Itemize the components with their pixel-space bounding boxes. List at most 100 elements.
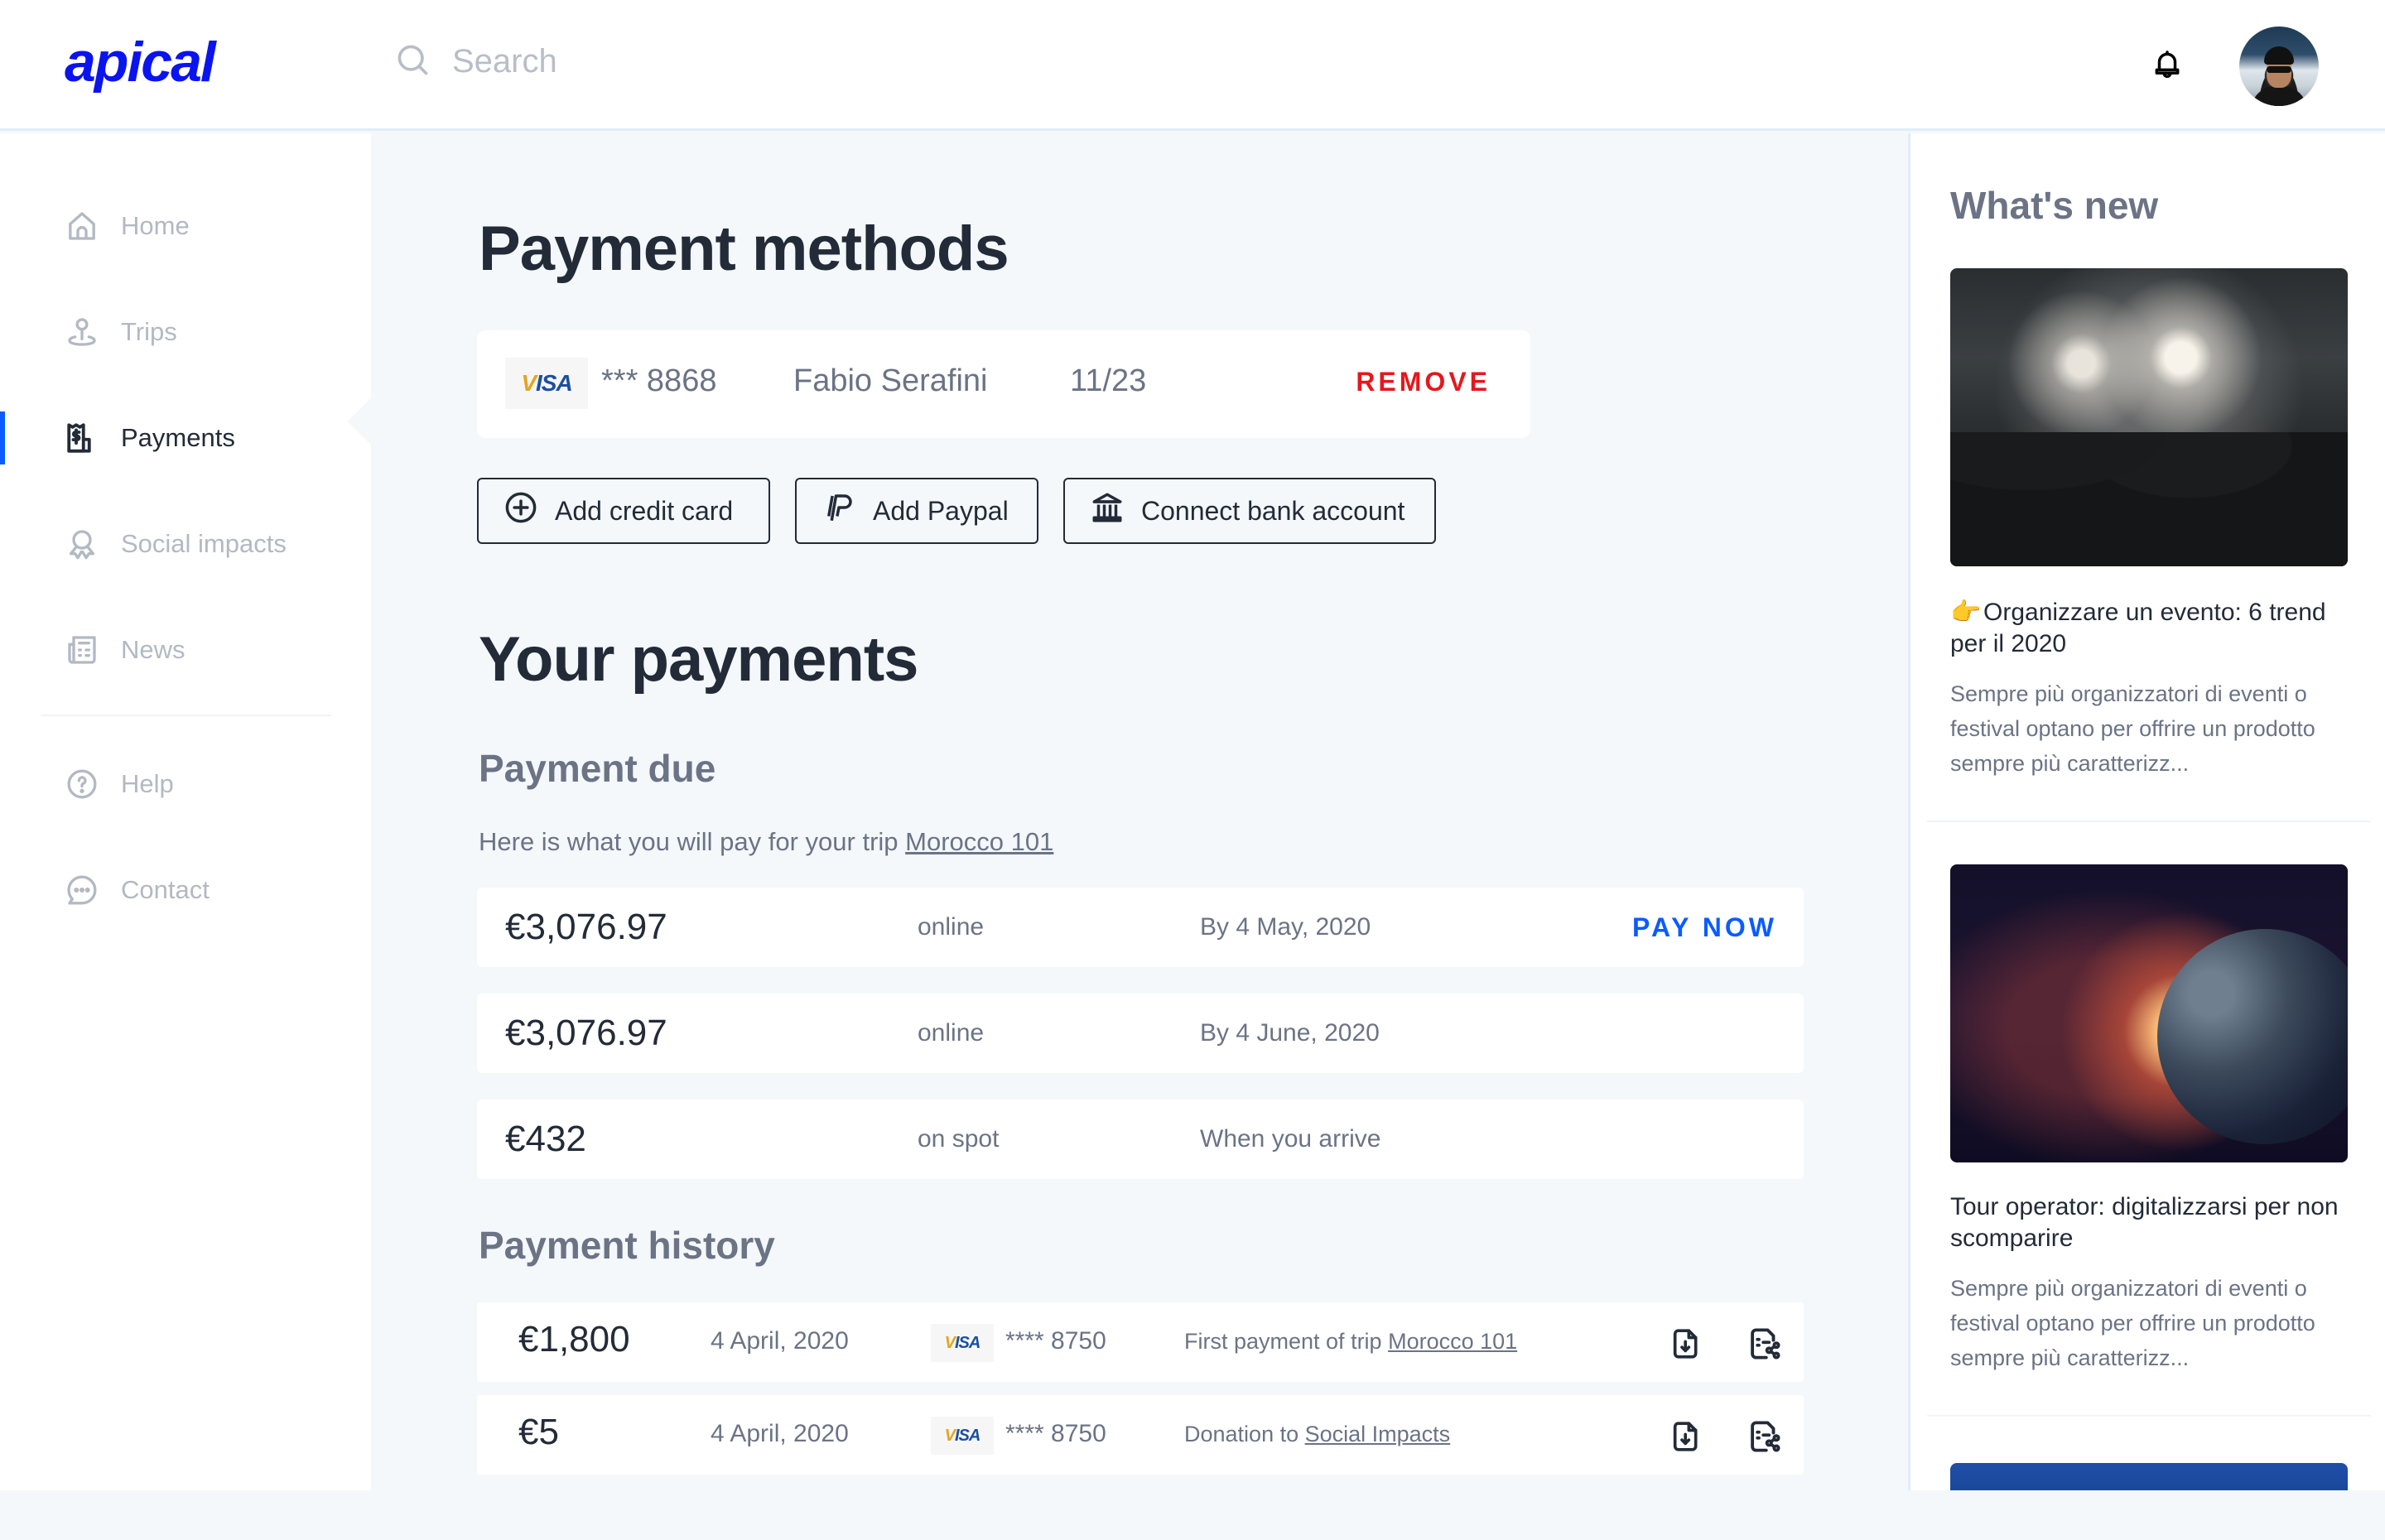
remove-card-button[interactable]: REMOVE (1356, 367, 1491, 397)
plus-circle-icon (504, 490, 538, 532)
logo[interactable]: apical (65, 30, 216, 94)
description-text: First payment of trip (1184, 1329, 1389, 1354)
payment-due-subtext: Here is what you will pay for your trip … (479, 827, 1053, 857)
history-card: **** 8750 (1005, 1420, 1106, 1447)
sidebar-item-help[interactable]: Help (0, 751, 371, 817)
payment-due-row: €3,076.97 online By 4 June, 2020 (477, 994, 1804, 1073)
sidebar-item-social-impacts[interactable]: Social impacts (0, 511, 371, 577)
subtext-label: Here is what you will pay for your trip (479, 827, 906, 856)
active-indicator (0, 411, 5, 464)
news-divider (1927, 1415, 2371, 1417)
share-receipt-icon[interactable] (1747, 1326, 1782, 1366)
newspaper-icon (65, 633, 99, 667)
avatar-body (2251, 86, 2307, 106)
sidebar-item-trips[interactable]: Trips (0, 299, 371, 365)
avatar-hat (2264, 46, 2294, 65)
due-amount: €432 (505, 1119, 586, 1159)
paypal-icon (822, 488, 856, 533)
payment-methods-title: Payment methods (479, 214, 1009, 284)
search-icon (394, 41, 431, 82)
award-icon (65, 527, 99, 561)
download-receipt-icon[interactable] (1670, 1418, 1703, 1459)
share-receipt-icon[interactable] (1747, 1418, 1782, 1459)
home-icon (65, 209, 99, 243)
history-card: **** 8750 (1005, 1327, 1106, 1355)
news-image-space[interactable] (1950, 864, 2348, 1162)
top-header: apical (0, 0, 2385, 131)
payment-due-title: Payment due (479, 747, 716, 790)
due-method: on spot (918, 1125, 1000, 1153)
news-excerpt: Sempre più organizzatori di eventi o fes… (1950, 1276, 2315, 1370)
add-credit-card-label: Add credit card (555, 495, 734, 526)
crowd-silhouette (1950, 432, 2348, 566)
sidebar-item-label: News (121, 635, 186, 664)
bell-icon[interactable] (2151, 48, 2183, 85)
due-method: online (918, 913, 985, 941)
due-date: When you arrive (1200, 1125, 1381, 1153)
search-input[interactable] (452, 43, 1032, 80)
sidebar-item-label: Payments (121, 423, 235, 452)
visa-logo: V ISA (931, 1324, 994, 1362)
bank-icon (1090, 488, 1125, 533)
connect-bank-label: Connect bank account (1141, 495, 1405, 526)
add-paypal-button[interactable]: Add Paypal (795, 478, 1038, 544)
avatar[interactable] (2239, 26, 2319, 106)
visa-logo: V ISA (505, 358, 588, 409)
sidebar-divider (41, 715, 331, 716)
sidebar: Home Trips Payments Social impacts News … (0, 133, 371, 1490)
chat-bubble-icon (65, 873, 99, 907)
card-holder: Fabio Serafini (793, 363, 988, 398)
history-row: €5 4 April, 2020 V ISA **** 8750 Donation… (477, 1395, 1804, 1475)
sidebar-item-news[interactable]: News (0, 617, 371, 683)
sidebar-item-label: Home (121, 211, 190, 240)
trip-link[interactable]: Morocco 101 (905, 827, 1053, 856)
news-image-concert[interactable] (1950, 268, 2348, 566)
history-description: First payment of trip Morocco 101 (1184, 1329, 1517, 1355)
history-description: Donation to Social Impacts (1184, 1422, 1450, 1447)
sidebar-item-label: Social impacts (121, 529, 287, 558)
due-amount: €3,076.97 (505, 1013, 667, 1053)
due-date: By 4 May, 2020 (1200, 913, 1371, 941)
receipt-dollar-icon (65, 421, 99, 455)
sidebar-item-contact[interactable]: Contact (0, 857, 371, 923)
trip-link[interactable]: Morocco 101 (1388, 1329, 1517, 1354)
news-title[interactable]: Tour operator: digitalizzarsi per non sc… (1950, 1191, 2348, 1254)
news-title-text: Organizzare un evento: 6 trend per il 20… (1950, 599, 2326, 657)
earth-graphic (2157, 929, 2348, 1144)
news-divider (1927, 821, 2371, 822)
map-pin-icon (65, 315, 99, 349)
your-payments-title: Your payments (479, 624, 918, 695)
search-bar[interactable] (394, 41, 1032, 82)
sidebar-item-home[interactable]: Home (0, 193, 371, 259)
due-date: By 4 June, 2020 (1200, 1019, 1380, 1047)
visa-logo: V ISA (931, 1417, 994, 1455)
sidebar-item-label: Trips (121, 317, 177, 346)
card-expiry: 11/23 (1070, 363, 1147, 398)
download-receipt-icon[interactable] (1670, 1326, 1703, 1366)
whats-new-title: What's new (1950, 184, 2159, 227)
history-row: €1,800 4 April, 2020 V ISA **** 8750 Firs… (477, 1302, 1804, 1382)
history-amount: €5 (518, 1412, 559, 1452)
pointing-hand-icon: 👉 (1950, 599, 1982, 626)
whats-new-panel: What's new 👉Organizzare un evento: 6 tre… (1908, 133, 2385, 1490)
payment-method-card: V ISA *** 8868 Fabio Serafini 11/23 REMOV… (477, 330, 1530, 438)
add-paypal-label: Add Paypal (873, 495, 1009, 526)
news-title[interactable]: 👉Organizzare un evento: 6 trend per il 2… (1950, 597, 2348, 660)
sidebar-item-label: Contact (121, 875, 210, 904)
due-method: online (918, 1019, 985, 1047)
avatar-glasses (2267, 66, 2291, 73)
social-impacts-link[interactable]: Social Impacts (1305, 1422, 1451, 1446)
description-text: Donation to (1184, 1422, 1305, 1446)
add-credit-card-button[interactable]: Add credit card (477, 478, 770, 544)
main-content: Payment methods V ISA *** 8868 Fabio Sera… (371, 133, 1908, 1490)
news-excerpt: Sempre più organizzatori di eventi o fes… (1950, 681, 2315, 776)
history-amount: €1,800 (518, 1319, 630, 1360)
connect-bank-button[interactable]: Connect bank account (1063, 478, 1436, 544)
history-date: 4 April, 2020 (711, 1327, 849, 1355)
payment-due-row: €432 on spot When you arrive (477, 1100, 1804, 1179)
due-amount: €3,076.97 (505, 907, 667, 947)
news-image-partial[interactable] (1950, 1463, 2348, 1490)
pay-now-button[interactable]: PAY NOW (1632, 912, 1777, 943)
sidebar-item-payments[interactable]: Payments (0, 405, 371, 471)
payment-history-title: Payment history (479, 1224, 775, 1267)
